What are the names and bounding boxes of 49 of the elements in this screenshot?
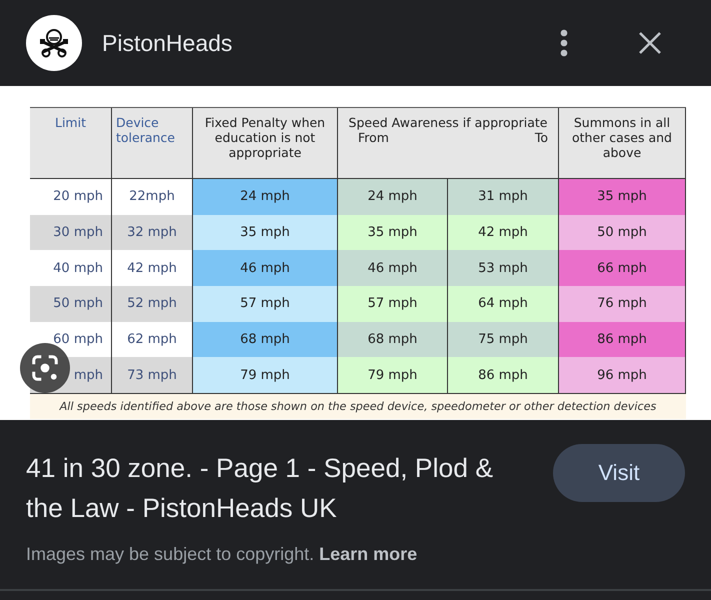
awareness-to-cell: 31 mph xyxy=(478,189,528,204)
tolerance-cell: 73 mph xyxy=(127,368,177,383)
awareness-to-cell: 86 mph xyxy=(478,368,528,383)
awareness-from-cell: 68 mph xyxy=(368,332,418,348)
limit-cell: 30 mph xyxy=(53,225,103,240)
fixed-penalty-cell: 24 mph xyxy=(240,189,290,204)
awareness-to-cell: 64 mph xyxy=(478,296,528,312)
summons-cell: 35 mph xyxy=(597,189,647,204)
fixed-penalty-cell: 79 mph xyxy=(240,368,290,383)
column-header: Limit xyxy=(30,108,112,179)
tolerance-cell: 32 mph xyxy=(127,225,177,240)
site-name: PistonHeads xyxy=(102,30,234,56)
column-header: Summons in all other cases and above xyxy=(559,108,686,179)
awareness-from-cell: 57 mph xyxy=(368,296,418,312)
tolerance-cell: 42 mph xyxy=(127,260,177,276)
summons-cell: 86 mph xyxy=(597,332,647,348)
awareness-from-cell: 24 mph xyxy=(368,189,418,204)
limit-cell: 50 mph xyxy=(53,296,103,312)
awareness-from-cell: 46 mph xyxy=(368,260,418,276)
learn-more-link[interactable]: Learn more xyxy=(319,544,418,564)
column-header: Device tolerance xyxy=(112,108,193,179)
summons-cell: 50 mph xyxy=(597,225,647,240)
column-subheader: To xyxy=(534,130,548,146)
fixed-penalty-cell: 68 mph xyxy=(240,332,290,348)
column-header: Speed Awareness if appropriate xyxy=(348,116,548,131)
summons-cell: 76 mph xyxy=(597,296,647,312)
limit-cell: 20 mph xyxy=(53,189,103,204)
limit-cell: mph xyxy=(74,368,103,383)
summons-cell: 66 mph xyxy=(597,260,647,276)
result-title: 41 in 30 zone. - Page 1 - Speed, Plod & the Law - PistonHeads UK xyxy=(26,452,494,525)
awareness-from-cell: 35 mph xyxy=(368,225,418,240)
fixed-penalty-cell: 35 mph xyxy=(240,225,290,240)
awareness-to-cell: 53 mph xyxy=(478,260,528,276)
column-subheader: From xyxy=(358,130,389,146)
fixed-penalty-cell: 57 mph xyxy=(240,296,290,312)
visit-button[interactable]: Visit xyxy=(553,444,685,502)
tolerance-cell: 52 mph xyxy=(127,296,177,312)
column-header: Fixed Penalty when education is not appropriate xyxy=(193,108,338,179)
summons-cell: 96 mph xyxy=(597,368,647,383)
limit-cell: 40 mph xyxy=(53,260,103,276)
awareness-to-cell: 42 mph xyxy=(478,225,528,240)
tolerance-cell: 22mph xyxy=(129,189,175,204)
awareness-to-cell: 75 mph xyxy=(478,332,528,348)
copyright-notice: Images may be subject to copyright. Learn more xyxy=(26,544,418,565)
tolerance-cell: 62 mph xyxy=(127,332,177,348)
footnote: All speeds identified above are those shown on the speed device, speedometer or other detection devices xyxy=(60,400,656,414)
fixed-penalty-cell: 46 mph xyxy=(240,260,290,276)
awareness-from-cell: 79 mph xyxy=(368,368,418,383)
limit-cell: 60 mph xyxy=(53,332,103,348)
